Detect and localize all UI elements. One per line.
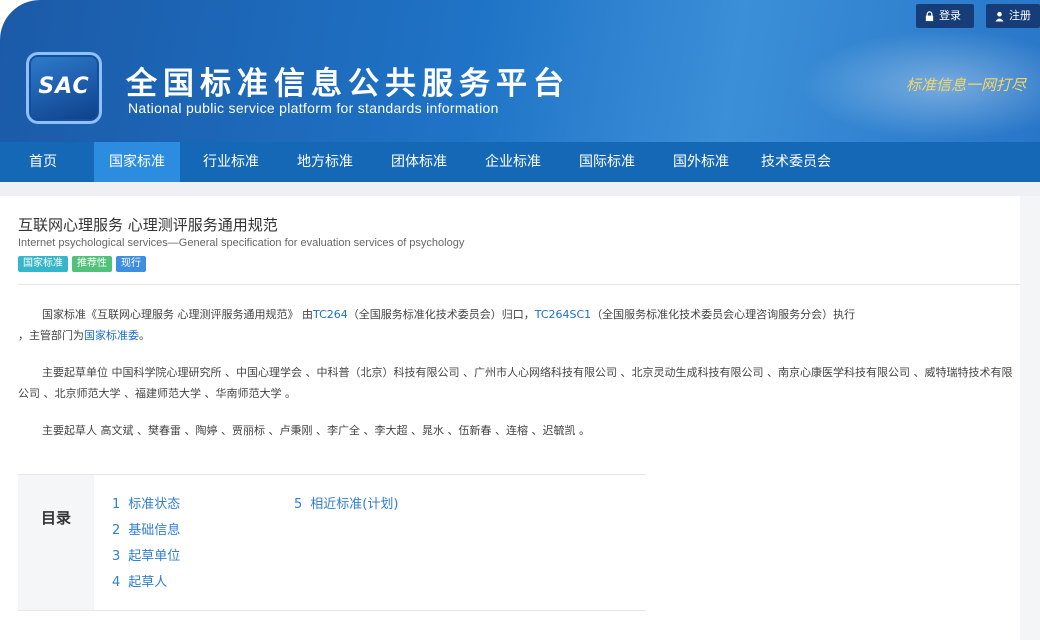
description-paragraph-1: 国家标准《互联网心理服务 心理测评服务通用规范》 由TC264（全国服务标准化技… (18, 304, 1022, 346)
desc-text: 国家标准《互联网心理服务 心理测评服务通用规范》 由 (42, 308, 313, 321)
toc-heading: 目录 (40, 509, 71, 527)
toc-num: 5 (294, 497, 303, 512)
user-icon (995, 11, 1004, 22)
link-sac[interactable]: 国家标准委 (84, 329, 139, 342)
drafting-units-text: 主要起草单位 中国科学院心理研究所 、中国心理学会 、中科普（北京）科技有限公司… (18, 366, 1013, 400)
tag-recommended: 推荐性 (72, 256, 112, 272)
toc-num: 1 (112, 497, 121, 512)
site-header: SAC 全国标准信息公共服务平台 National public service… (0, 0, 1040, 142)
site-title: 全国标准信息公共服务平台 (126, 66, 570, 102)
drafting-units-paragraph: 主要起草单位 中国科学院心理研究所 、中国心理学会 、中科普（北京）科技有限公司… (18, 362, 1022, 404)
nav-item-international[interactable]: 国际标准 (564, 142, 650, 182)
site-slogan: 标准信息一网打尽 (906, 76, 1027, 94)
standard-title: 互联网心理服务 心理测评服务通用规范 (18, 216, 278, 234)
toc-item-drafting-units[interactable]: 3 起草单位 (112, 545, 180, 564)
site-subtitle: National public service platform for sta… (128, 100, 499, 116)
register-button[interactable]: 注册 (986, 4, 1040, 28)
login-button[interactable]: 登录 (916, 4, 974, 28)
toc-item-status[interactable]: 1 标准状态 (112, 493, 180, 512)
drafters-paragraph: 主要起草人 高文斌 、樊春雷 、陶婷 、贾丽标 、卢秉刚 、李广全 、李大超 、… (18, 420, 1022, 441)
title-divider (18, 284, 1022, 285)
desc-text: （全国服务标准化技术委员会心理咨询服务分会）执行 (591, 308, 856, 321)
standard-tags: 国家标准 推荐性 现行 (18, 256, 146, 272)
nav-item-group[interactable]: 团体标准 (376, 142, 462, 182)
toc-item-drafters[interactable]: 4 起草人 (112, 571, 167, 590)
table-of-contents: 目录 1 标准状态 2 基础信息 3 起草单位 4 起草人 5 相近标准(计划) (18, 474, 646, 611)
nav-item-national[interactable]: 国家标准 (94, 142, 180, 182)
logo-text: SAC (38, 74, 90, 99)
nav-item-committee[interactable]: 技术委员会 (748, 142, 844, 182)
tag-current: 现行 (116, 256, 146, 272)
toc-num: 2 (112, 523, 121, 538)
toc-label: 起草人 (128, 575, 168, 590)
nav-item-enterprise[interactable]: 企业标准 (470, 142, 556, 182)
desc-text: （全国服务标准化技术委员会）归口， (347, 308, 535, 321)
standard-title-en: Internet psychological services—General … (18, 237, 465, 249)
link-tc264[interactable]: TC264 (313, 308, 348, 321)
login-label: 登录 (939, 9, 961, 22)
lock-icon (925, 10, 934, 21)
sac-logo[interactable]: SAC (26, 52, 102, 124)
nav-item-local[interactable]: 地方标准 (282, 142, 368, 182)
right-margin (1020, 196, 1040, 640)
register-label: 注册 (1009, 9, 1031, 22)
toc-label: 标准状态 (128, 497, 181, 512)
nav-separator (0, 182, 1040, 196)
standard-detail: 互联网心理服务 心理测评服务通用规范 Internet psychologica… (0, 196, 1040, 640)
link-tc264sc1[interactable]: TC264SC1 (535, 308, 591, 321)
toc-label: 起草单位 (128, 549, 181, 564)
toc-num: 4 (112, 575, 121, 590)
tag-national-standard: 国家标准 (18, 256, 68, 272)
desc-text: 。 (139, 329, 150, 342)
nav-item-industry[interactable]: 行业标准 (188, 142, 274, 182)
main-nav: 首页 国家标准 行业标准 地方标准 团体标准 企业标准 国际标准 国外标准 技术… (0, 142, 1040, 182)
toc-item-basic-info[interactable]: 2 基础信息 (112, 519, 180, 538)
toc-item-similar-standards[interactable]: 5 相近标准(计划) (294, 493, 398, 512)
page: SAC 全国标准信息公共服务平台 National public service… (0, 0, 1040, 640)
toc-heading-cell: 目录 (18, 475, 94, 610)
toc-num: 3 (112, 549, 121, 564)
drafters-text: 主要起草人 高文斌 、樊春雷 、陶婷 、贾丽标 、卢秉刚 、李广全 、李大超 、… (42, 424, 590, 437)
nav-item-foreign[interactable]: 国外标准 (658, 142, 744, 182)
toc-label: 基础信息 (128, 523, 181, 538)
desc-text: ，主管部门为 (18, 329, 84, 342)
nav-item-home[interactable]: 首页 (0, 142, 86, 182)
toc-label: 相近标准(计划) (310, 497, 399, 512)
